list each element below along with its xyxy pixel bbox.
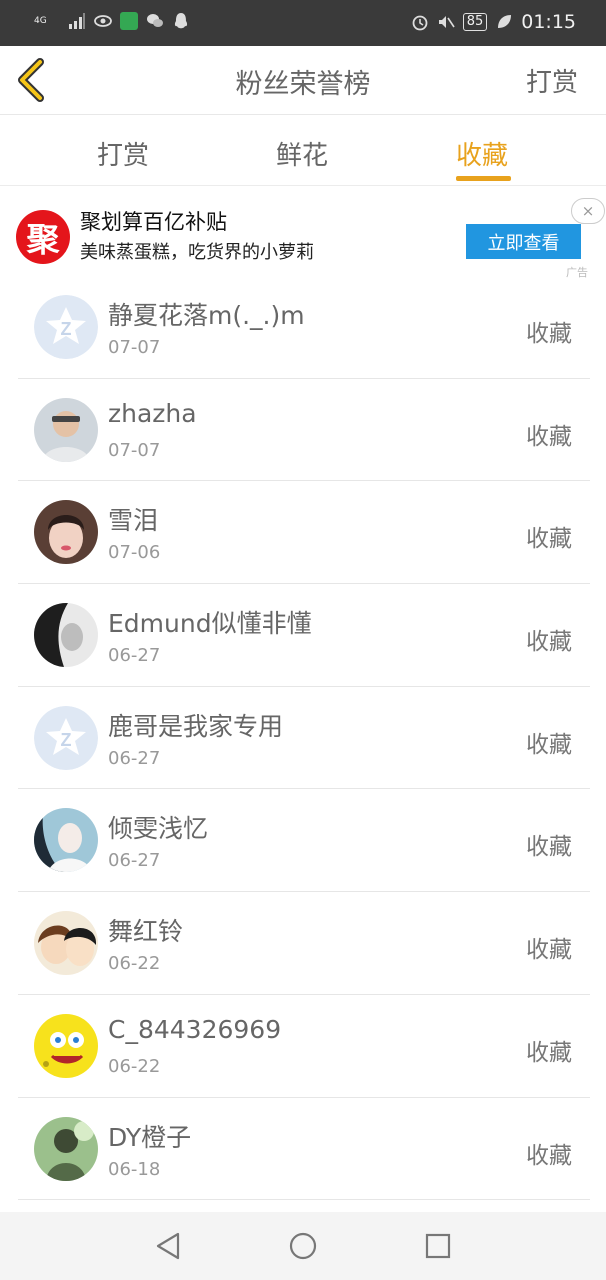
ad-view-button[interactable]: 立即查看 (466, 224, 581, 259)
user-photo (34, 1013, 98, 1078)
fan-name: 舞红铃 (108, 917, 184, 947)
user-photo (34, 808, 98, 873)
header: 粉丝荣誉榜 打赏 (0, 46, 606, 115)
fan-name: 鹿哥是我家专用 (108, 711, 284, 741)
list-item[interactable]: DY橙子 06-18 收藏 (0, 1098, 606, 1201)
avatar (34, 808, 98, 873)
fan-name: 雪泪 (108, 506, 159, 536)
fan-action-label: 收藏 (526, 526, 572, 553)
fan-date: 07-07 (108, 439, 161, 461)
avatar (34, 603, 98, 668)
ad-description: 美味蒸蛋糕，吃货界的小萝莉 (80, 242, 314, 263)
page-title: 粉丝荣誉榜 (235, 69, 371, 100)
fan-action-label: 收藏 (526, 834, 572, 861)
svg-text:Z: Z (61, 319, 72, 339)
list-item[interactable]: Edmund似懂非懂 06-27 收藏 (0, 584, 606, 687)
tab-flowers[interactable]: 鲜花 (276, 135, 328, 172)
fan-name: zhazha (108, 398, 197, 428)
fan-action-label: 收藏 (526, 1142, 572, 1169)
home-circle-icon[interactable] (287, 1230, 319, 1262)
network-type: 4G (34, 15, 47, 26)
ad-logo: 聚 (16, 210, 70, 264)
alarm-icon (412, 15, 428, 31)
status-bar-right: 85 01:15 (411, 11, 576, 33)
avatar (34, 500, 98, 565)
avatar (34, 1116, 98, 1181)
avatar: Z (34, 705, 98, 770)
fan-date: 06-27 (108, 747, 161, 769)
battery-level: 85 (462, 13, 488, 31)
list-item[interactable]: Z 鹿哥是我家专用 06-27 收藏 (0, 687, 606, 790)
fan-date: 06-18 (108, 1158, 161, 1180)
fan-action-label: 收藏 (526, 629, 572, 656)
mute-icon (438, 16, 455, 28)
fan-name: DY橙子 (108, 1122, 192, 1152)
default-q-icon: Z (34, 705, 98, 770)
fan-action-label: 收藏 (526, 423, 572, 450)
fan-action-label: 收藏 (526, 731, 572, 758)
fan-name: C_844326969 (108, 1014, 282, 1044)
tab-favorites[interactable]: 收藏 (456, 135, 508, 172)
reward-button[interactable]: 打赏 (526, 62, 578, 99)
user-photo (34, 397, 98, 462)
fan-name: 静夏花落m(._.)m (108, 301, 305, 330)
app-notification-icon (120, 12, 138, 30)
avatar (34, 911, 98, 976)
fan-action-label: 收藏 (526, 937, 572, 964)
ad-title: 聚划算百亿补贴 (80, 210, 227, 234)
avatar: Z (34, 295, 98, 359)
list-item[interactable]: 倾雯浅忆 06-27 收藏 (0, 789, 606, 893)
signal-icon (69, 13, 85, 29)
fan-list: Z 静夏花落m(._.)m 07-07 收藏 zhazha 07-07 收藏 雪… (0, 276, 606, 1201)
leaf-icon (498, 15, 512, 28)
fan-date: 06-22 (108, 1055, 161, 1077)
divider (18, 1199, 590, 1201)
wechat-icon (147, 14, 163, 27)
eye-icon (94, 15, 112, 27)
status-bar-left: 4G (34, 12, 190, 30)
fan-action-label: 收藏 (526, 1039, 572, 1066)
navigation-bar (0, 1212, 606, 1280)
user-photo (34, 911, 98, 976)
active-tab-indicator (456, 176, 511, 181)
tab-bar: 打赏 鲜花 收藏 (0, 115, 606, 186)
fan-name: 倾雯浅忆 (108, 814, 209, 844)
svg-text:Z: Z (61, 730, 72, 750)
avatar (34, 397, 98, 462)
list-item[interactable]: 舞红铃 06-22 收藏 (0, 892, 606, 995)
fan-date: 07-07 (108, 337, 161, 358)
fan-date: 06-22 (108, 953, 161, 975)
user-photo (34, 500, 98, 565)
recents-square-icon[interactable] (422, 1230, 454, 1262)
list-item[interactable]: Z 静夏花落m(._.)m 07-07 收藏 (0, 276, 606, 379)
tab-reward[interactable]: 打赏 (97, 135, 149, 172)
default-q-icon: Z (34, 295, 98, 359)
fan-name: Edmund似懂非懂 (108, 609, 312, 639)
fan-action-label: 收藏 (526, 321, 572, 347)
back-triangle-icon[interactable] (152, 1230, 184, 1262)
fan-date: 06-27 (108, 850, 161, 872)
qq-icon (174, 13, 188, 29)
fan-date: 06-27 (108, 645, 161, 667)
user-photo (34, 1116, 98, 1181)
clock: 01:15 (521, 11, 576, 33)
ad-close-icon[interactable]: × (571, 198, 605, 224)
user-photo (34, 603, 98, 668)
fan-date: 07-06 (108, 542, 161, 564)
list-item[interactable]: 雪泪 07-06 收藏 (0, 481, 606, 585)
list-item[interactable]: zhazha 07-07 收藏 (0, 379, 606, 482)
status-bar: 4G 85 01:15 (0, 0, 606, 46)
avatar (34, 1013, 98, 1078)
list-item[interactable]: C_844326969 06-22 收藏 (0, 995, 606, 1098)
